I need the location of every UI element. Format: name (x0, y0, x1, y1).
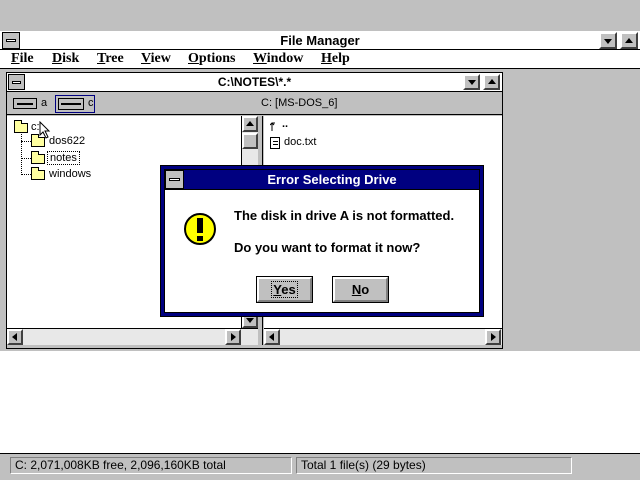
dialog-control-menu-button[interactable] (165, 170, 184, 189)
no-button-label: No (351, 282, 370, 297)
yes-button-label: Yes (271, 281, 298, 298)
doc-maximize-button[interactable] (483, 74, 500, 90)
tree-scroll-left-button[interactable] (7, 329, 23, 345)
exclamation-icon (183, 212, 217, 246)
error-dialog: Error Selecting Drive The disk in drive … (160, 165, 484, 317)
dialog-title: Error Selecting Drive (267, 172, 397, 187)
tree-item-dos622[interactable]: dos622 (49, 135, 85, 147)
dialog-message-line1: The disk in drive A is not formatted. (234, 208, 455, 223)
workspace-background (0, 350, 640, 453)
menu-disk[interactable]: Disk (52, 50, 79, 68)
directory-window-title: C:\NOTES\*.* (217, 75, 292, 89)
tree-scroll-right-button[interactable] (225, 329, 241, 345)
dialog-message-line2: Do you want to format it now? (234, 240, 421, 255)
status-free-space: C: 2,071,008KB free, 2,096,160KB total (10, 457, 292, 474)
file-item-doc[interactable]: doc.txt (284, 136, 316, 148)
dialog-inner: Error Selecting Drive The disk in drive … (164, 169, 480, 313)
tree-scroll-up-button[interactable] (242, 116, 258, 132)
tree-horizontal-scrollbar[interactable] (7, 328, 258, 345)
drive-c-button[interactable]: c (55, 95, 95, 113)
open-folder-icon (31, 151, 45, 164)
yes-button[interactable]: Yes (256, 276, 313, 303)
menu-tree[interactable]: Tree (97, 50, 124, 68)
document-file-icon (270, 137, 280, 149)
drive-bar: a c C: [MS-DOS_6] (7, 93, 502, 115)
file-scroll-right-button[interactable] (485, 329, 501, 345)
menu-options[interactable]: Options (188, 50, 235, 68)
no-button[interactable]: No (332, 276, 389, 303)
status-bar: C: 2,071,008KB free, 2,096,160KB total T… (0, 453, 640, 476)
app-title-bar[interactable]: File Manager (0, 31, 640, 50)
up-directory-icon (269, 120, 282, 132)
drive-c-label: c (88, 97, 94, 109)
file-item-parent[interactable]: .. (282, 118, 288, 130)
floppy-drive-icon (13, 98, 37, 109)
app-maximize-button[interactable] (620, 32, 638, 49)
open-folder-icon (14, 120, 28, 133)
folder-icon (31, 167, 45, 180)
status-file-count: Total 1 file(s) (29 bytes) (296, 457, 572, 474)
doc-minimize-button[interactable] (463, 74, 480, 90)
tree-lines (21, 128, 22, 175)
directory-window-title-bar[interactable]: C:\NOTES\*.* (7, 73, 502, 92)
file-scroll-left-button[interactable] (264, 329, 280, 345)
menu-bar: File Disk Tree View Options Window Help (0, 50, 640, 69)
volume-label: C: [MS-DOS_6] (261, 97, 338, 109)
menu-view[interactable]: View (141, 50, 171, 68)
menu-file[interactable]: File (11, 50, 34, 68)
app-title: File Manager (280, 33, 360, 48)
folder-icon (31, 134, 45, 147)
hard-drive-icon (58, 98, 84, 110)
menu-window[interactable]: Window (253, 50, 303, 68)
tree-item-notes[interactable]: notes (47, 151, 80, 165)
drive-a-label: a (41, 97, 48, 109)
file-horizontal-scrollbar[interactable] (264, 328, 502, 345)
dialog-title-bar[interactable]: Error Selecting Drive (165, 170, 479, 190)
menu-help[interactable]: Help (321, 50, 350, 68)
app-minimize-button[interactable] (599, 32, 617, 49)
drive-a-button[interactable]: a (11, 96, 51, 112)
tree-item-windows[interactable]: windows (49, 168, 91, 180)
tree-scroll-thumb[interactable] (242, 133, 258, 149)
